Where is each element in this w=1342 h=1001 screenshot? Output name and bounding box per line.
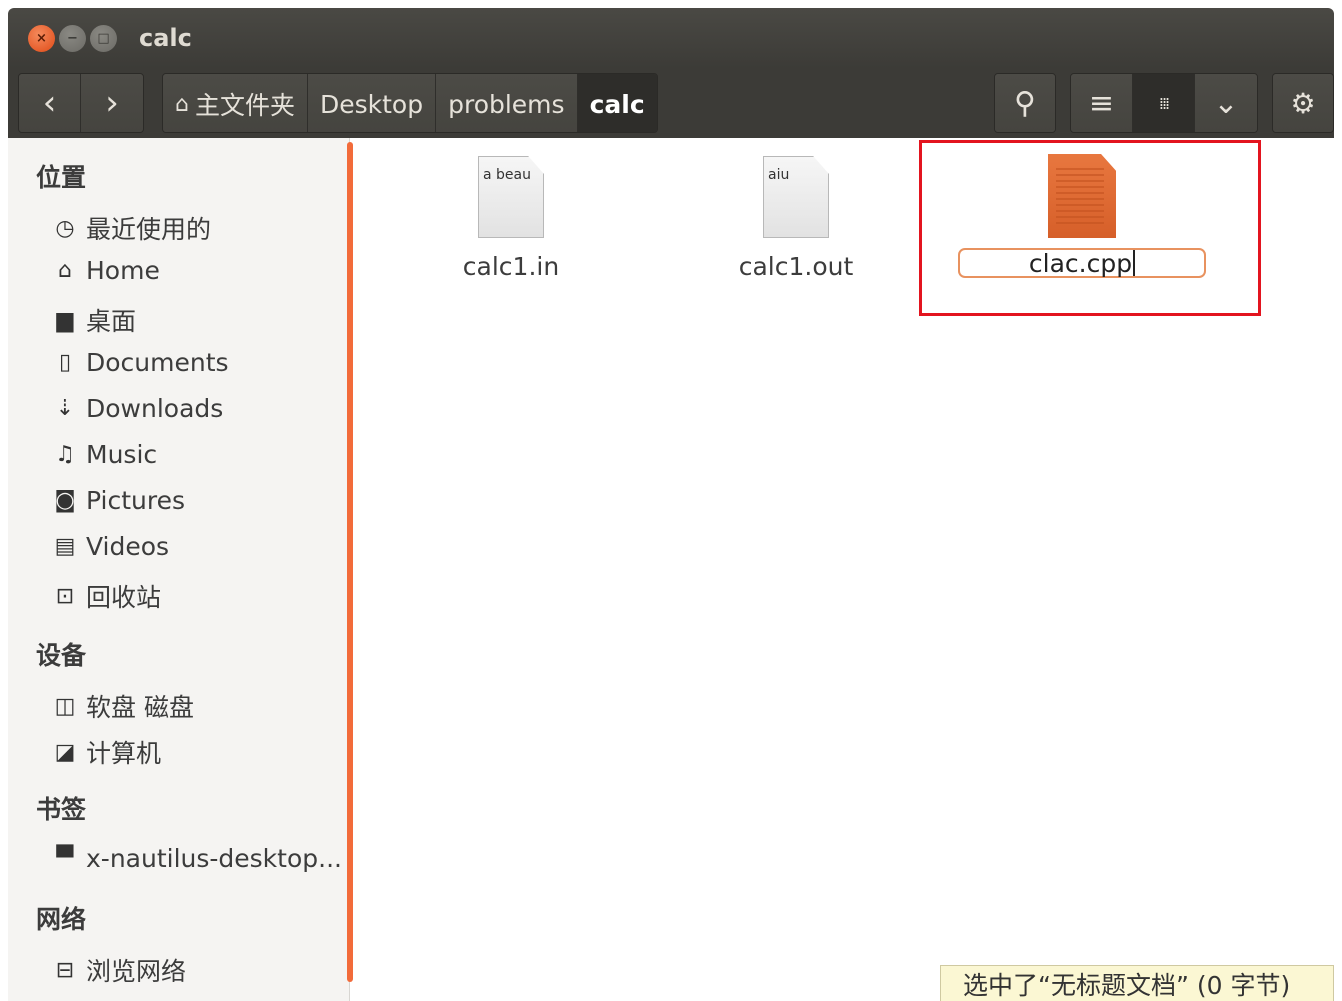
sidebar-item-label: x-nautilus-desktop... (86, 844, 342, 873)
breadcrumb-desktop[interactable]: Desktop (307, 74, 437, 132)
list-icon: ≡ (1088, 85, 1115, 121)
floppy-icon: ◫ (54, 693, 76, 719)
clock-icon: ◷ (55, 215, 75, 241)
camera-icon: ◙ (54, 488, 76, 513)
chevron-down-icon: ⌄ (1213, 85, 1239, 121)
search-group: ⚲ (994, 73, 1056, 133)
sidebar-item-label: Pictures (86, 486, 185, 515)
sidebar-item-label: 计算机 (86, 739, 162, 768)
document-icon: ▯ (58, 350, 72, 375)
sidebar-item-label: 最近使用的 (86, 215, 212, 244)
sidebar-item-trash[interactable]: ⊡ 回收站 (50, 578, 161, 614)
sidebar-item-label: Home (86, 256, 160, 285)
sidebar-item-music[interactable]: ♫ Music (50, 440, 157, 469)
sidebar-item-pictures[interactable]: ◙ Pictures (50, 486, 185, 515)
breadcrumb: ⌂ 主文件夹 Desktop problems calc (162, 73, 658, 133)
section-heading-devices: 设备 (36, 641, 87, 670)
sidebar-item-label: 浏览网络 (86, 957, 187, 986)
sidebar-item-desktop[interactable]: ▆ 桌面 (50, 302, 136, 338)
minimize-window-button[interactable]: − (59, 24, 86, 52)
close-window-button[interactable]: × (28, 24, 55, 52)
back-button[interactable]: ‹ (19, 74, 81, 132)
sidebar-resize-handle[interactable] (347, 142, 353, 982)
chevron-left-icon: ‹ (42, 83, 57, 123)
section-heading-places: 位置 (36, 163, 87, 192)
status-text: 选中了“无标题文档” (0 字节) (963, 970, 1291, 1000)
breadcrumb-label: problems (448, 89, 565, 119)
settings-group: ⚙ (1272, 73, 1334, 133)
breadcrumb-home[interactable]: ⌂ 主文件夹 (163, 74, 308, 132)
film-icon: ▤ (54, 534, 76, 559)
text-file-icon: aiu (763, 156, 829, 238)
annotation-highlight-box (919, 140, 1261, 316)
search-button[interactable]: ⚲ (995, 74, 1055, 132)
grid-icon: ⁞⁞⁞ (1158, 93, 1170, 113)
chevron-right-icon: › (105, 83, 119, 123)
sidebar-item-computer[interactable]: ◪ 计算机 (50, 734, 161, 770)
breadcrumb-label: calc (589, 89, 645, 119)
download-icon: ⇣ (55, 396, 75, 421)
right-toolbar: ⚲ ≡ ⁞⁞⁞ ⌄ ⚙ (994, 73, 1334, 133)
file-item-calc1-out[interactable]: aiu calc1.out (686, 156, 906, 281)
sidebar-item-label: Documents (86, 348, 229, 377)
window-title: calc (139, 24, 192, 52)
sidebar-item-label: 软盘 磁盘 (86, 693, 194, 722)
sidebar-item-label: 桌面 (86, 307, 137, 336)
title-bar: × − □ calc (8, 8, 1334, 68)
sidebar-item-recent[interactable]: ◷ 最近使用的 (50, 210, 211, 246)
desktop-icon: ▀ (56, 846, 74, 871)
grid-view-button[interactable]: ⁞⁞⁞ (1133, 74, 1195, 132)
sidebar-item-label: 回收站 (86, 583, 162, 612)
sidebar-item-label: Music (86, 440, 158, 469)
file-item-calc1-in[interactable]: a beau calc1.in (401, 156, 621, 281)
sidebar-item-nautilus-desktop[interactable]: ▀ x-nautilus-desktop... (50, 844, 342, 873)
sidebar-item-label: Downloads (86, 394, 224, 423)
section-heading-bookmarks: 书签 (36, 795, 87, 824)
maximize-window-button[interactable]: □ (90, 24, 117, 52)
sidebar-item-documents[interactable]: ▯ Documents (50, 348, 229, 377)
file-name: calc1.out (738, 252, 854, 281)
settings-button[interactable]: ⚙ (1273, 74, 1333, 132)
sidebar-item-label: Videos (86, 532, 170, 561)
forward-button[interactable]: › (81, 74, 143, 132)
navigation-buttons: ‹ › (18, 73, 144, 133)
file-preview-text: a beau (483, 167, 531, 183)
gear-icon: ⚙ (1290, 86, 1316, 120)
home-icon: ⌂ (58, 258, 72, 283)
file-preview-text: aiu (768, 167, 790, 183)
section-heading-network: 网络 (36, 905, 87, 934)
trash-icon: ⊡ (55, 583, 75, 609)
breadcrumb-problems[interactable]: problems (436, 74, 578, 132)
breadcrumb-label: 主文件夹 (194, 91, 295, 120)
file-name: calc1.in (462, 252, 560, 281)
toolbar: ‹ › ⌂ 主文件夹 Desktop problems calc ⚲ ≡ ⁞⁞⁞… (8, 68, 1334, 138)
breadcrumb-label: Desktop (319, 89, 424, 119)
window-controls: × − □ (28, 24, 117, 52)
view-options-button[interactable]: ⌄ (1195, 74, 1257, 132)
view-switcher: ≡ ⁞⁞⁞ ⌄ (1070, 73, 1258, 133)
sidebar: 位置 ◷ 最近使用的 ⌂ Home ▆ 桌面 ▯ Documents ⇣ Dow… (8, 138, 350, 1001)
network-icon: ⊟ (55, 957, 75, 983)
sidebar-item-browse-network[interactable]: ⊟ 浏览网络 (50, 952, 186, 988)
folder-icon: ▆ (56, 307, 74, 333)
sidebar-item-downloads[interactable]: ⇣ Downloads (50, 394, 224, 423)
search-icon: ⚲ (1014, 85, 1036, 121)
sidebar-item-videos[interactable]: ▤ Videos (50, 532, 169, 561)
sidebar-item-home[interactable]: ⌂ Home (50, 256, 160, 285)
sidebar-item-floppy[interactable]: ◫ 软盘 磁盘 (50, 688, 194, 724)
breadcrumb-calc[interactable]: calc (577, 74, 657, 132)
computer-icon: ◪ (54, 739, 76, 765)
status-bar: 选中了“无标题文档” (0 字节) (940, 965, 1334, 1001)
text-file-icon: a beau (478, 156, 544, 238)
home-icon: ⌂ (175, 91, 189, 117)
list-view-button[interactable]: ≡ (1071, 74, 1133, 132)
music-icon: ♫ (55, 442, 75, 467)
